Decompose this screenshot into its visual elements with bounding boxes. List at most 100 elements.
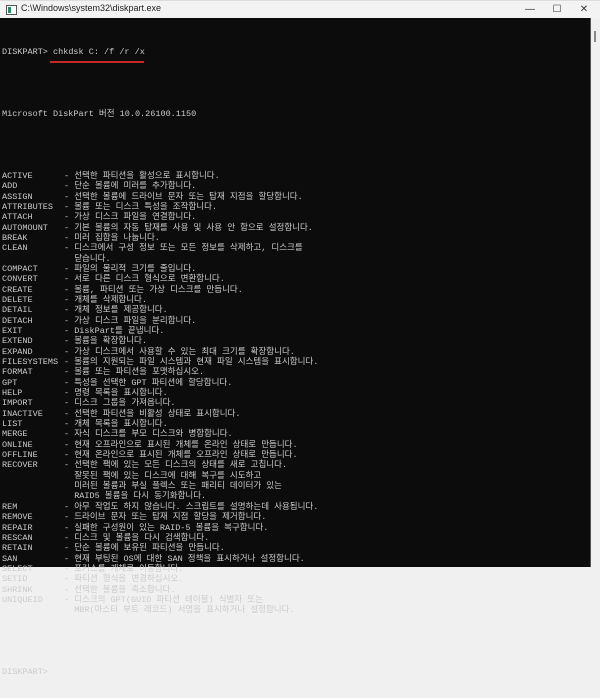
- command-name: REM: [2, 501, 18, 512]
- command-description: - 서로 다른 디스크 형식으로 변환합니다.: [64, 274, 225, 285]
- command-name: CREATE: [2, 284, 33, 295]
- command-name: HELP: [2, 388, 23, 399]
- scrollbar-thumb[interactable]: [594, 31, 596, 42]
- command-entry: ATTACH - 가상 디스크 파일을 연결합니다.: [2, 212, 318, 222]
- command-entry: FILESYSTEMS - 볼륨의 지원되는 파일 시스템과 현재 파일 시스템을…: [2, 357, 318, 367]
- command-name: EXPAND: [2, 346, 33, 357]
- command-name: ASSIGN: [2, 191, 33, 202]
- command-name: REMOVE: [2, 512, 33, 523]
- console-text: DISKPART> chkdsk C: /f /r /x Microsoft D…: [2, 26, 318, 698]
- command-description: - 실패한 구성원이 있는 RAID-5 볼륨을 복구합니다.: [64, 522, 269, 533]
- command-description: - 디스크 그룹을 가져옵니다.: [64, 398, 176, 409]
- command-description: - 가상 디스크 파일을 연결합니다.: [64, 212, 197, 223]
- minimize-button[interactable]: —: [517, 2, 543, 17]
- command-entry: HELP - 명령 목록을 표시합니다.: [2, 388, 318, 398]
- command-description: - 단순 볼륨에 미러를 추가합니다.: [64, 181, 197, 192]
- command-line: DISKPART> chkdsk C: /f /r /x: [2, 46, 318, 63]
- command-description: - 선택한 팩에 있는 모든 디스크의 상태를 새로 고칩니다.: [64, 460, 288, 471]
- command-entry: BREAK - 미러 집합을 나눕니다.: [2, 233, 318, 243]
- command-description: - 볼륨 또는 디스크 특성을 조작합니다.: [64, 201, 218, 212]
- close-button[interactable]: ✕: [571, 2, 597, 17]
- command-entry: IMPORT - 디스크 그룹을 가져옵니다.: [2, 398, 318, 408]
- command-name: ACTIVE: [2, 170, 33, 181]
- command-description: - 개체 정보를 제공합니다.: [64, 305, 168, 316]
- command-entry: RESCAN - 디스크 및 볼륨을 다시 검색합니다.: [2, 533, 318, 543]
- final-prompt: DISKPART>: [2, 667, 48, 678]
- command-name: RECOVER: [2, 460, 38, 471]
- command-description: - 자식 디스크를 부모 디스크와 병합합니다.: [64, 429, 233, 440]
- command-description: - 개체를 삭제합니다.: [64, 294, 147, 305]
- window-title: C:\Windows\system32\diskpart.exe: [21, 3, 162, 13]
- command-description: - 디스크 및 볼륨을 다시 검색합니다.: [64, 532, 210, 543]
- command-name: RETAIN: [2, 543, 33, 554]
- command-name: FORMAT: [2, 367, 33, 378]
- command-description: - 볼륨을 확장합니다.: [64, 336, 147, 347]
- command-list: ACTIVE - 선택한 파티션을 활성으로 표시합니다. ADD - 단순 볼륨에 …: [2, 171, 318, 616]
- command-description: - 명령 목록을 표시합니다.: [64, 388, 168, 399]
- command-entry: FORMAT - 볼륨 또는 파티션을 포맷하십시오.: [2, 367, 318, 377]
- command-name: IMPORT: [2, 398, 33, 409]
- command-description: - 선택한 파티션을 활성으로 표시합니다.: [64, 170, 220, 181]
- command-entry: DELETE - 개체를 삭제합니다.: [2, 295, 318, 305]
- command-description: - 볼륨 또는 파티션을 포맷하십시오.: [64, 367, 205, 378]
- command-description: 미러된 볼륨과 부실 플렉스 또는 패리티 데이터가 있는: [64, 481, 282, 492]
- command-name: EXIT: [2, 325, 23, 336]
- command-entry: EXPAND - 가상 디스크에서 사용할 수 있는 최대 크기를 확장합니다.: [2, 347, 318, 357]
- prompt: DISKPART>: [2, 46, 54, 57]
- command-description: RAID5 볼륨을 다시 동기화합니다.: [64, 491, 207, 502]
- command-entry: SAN - 현재 부팅된 OS에 대한 SAN 정책을 표시하거나 설정합니다.: [2, 554, 318, 564]
- console-app-icon: [6, 5, 17, 15]
- command-entry: AUTOMOUNT - 기본 볼륨의 자동 탑재를 사용 및 사용 안 함으로 설…: [2, 223, 318, 233]
- command-description: - 현재 오프라인으로 표시된 개체를 온라인 상태로 만듭니다.: [64, 439, 298, 450]
- command-name: DETAIL: [2, 305, 33, 316]
- command-entry-continuation: 미러된 볼륨과 부실 플렉스 또는 패리티 데이터가 있는: [2, 481, 318, 491]
- command-description: - 현재 온라인으로 표시된 개체를 오프라인 상태로 만듭니다.: [64, 450, 298, 461]
- command-entry: ACTIVE - 선택한 파티션을 활성으로 표시합니다.: [2, 171, 318, 181]
- command-description: - 가상 디스크 파일을 분리합니다.: [64, 315, 197, 326]
- command-name: OFFLINE: [2, 450, 38, 461]
- command-entry: CONVERT - 서로 다른 디스크 형식으로 변환합니다.: [2, 274, 318, 284]
- command-entry: EXTEND - 볼륨을 확장합니다.: [2, 336, 318, 346]
- command-entry: UNIQUEID - 디스크의 GPT(GUID 파티션 테이블) 식별자 또는: [2, 595, 318, 605]
- red-underline-annotation: [50, 60, 144, 63]
- command-name: MERGE: [2, 429, 28, 440]
- command-name: EXTEND: [2, 336, 33, 347]
- command-entry: RECOVER - 선택한 팩에 있는 모든 디스크의 상태를 새로 고칩니다.: [2, 460, 318, 470]
- command-name: SHRINK: [2, 584, 33, 595]
- command-description: 잘못된 팩에 있는 디스크에 대해 복구를 시도하고: [64, 470, 262, 481]
- command-description: - 볼륨, 파티션 또는 가상 디스크를 만듭니다.: [64, 284, 243, 295]
- command-name: UNIQUEID: [2, 594, 43, 605]
- command-entry: DETACH - 가상 디스크 파일을 분리합니다.: [2, 316, 318, 326]
- command-description: - 포커스를 개체로 이동합니다.: [64, 563, 184, 574]
- command-name: LIST: [2, 419, 23, 430]
- command-name: ATTACH: [2, 212, 33, 223]
- command-name: SETID: [2, 574, 28, 585]
- vertical-scrollbar[interactable]: [591, 18, 600, 567]
- command-description: - 개체 목록을 표시합니다.: [64, 419, 168, 430]
- command-description: - 파티션 형식을 변경하십시오.: [64, 574, 184, 585]
- command-entry: MERGE - 자식 디스크를 부모 디스크와 병합합니다.: [2, 429, 318, 439]
- title-bar[interactable]: C:\Windows\system32\diskpart.exe — ☐ ✕: [0, 0, 600, 18]
- command-entry: REMOVE - 드라이브 문자 또는 탑재 지점 할당을 제거합니다.: [2, 512, 318, 522]
- command-entry: OFFLINE - 현재 온라인으로 표시된 개체를 오프라인 상태로 만듭니다.: [2, 450, 318, 460]
- command-description: - 선택한 볼륨을 축소합니다.: [64, 584, 176, 595]
- command-entry-continuation: MBR(마스터 부트 레코드) 서명을 표시하거나 설정합니다.: [2, 605, 318, 615]
- console-output-area[interactable]: DISKPART> chkdsk C: /f /r /x Microsoft D…: [0, 18, 591, 677]
- command-description: - 선택한 파티션을 비활성 상태로 표시합니다.: [64, 408, 241, 419]
- command-name: ONLINE: [2, 439, 33, 450]
- command-description: MBR(마스터 부트 레코드) 서명을 표시하거나 설정합니다.: [64, 605, 295, 616]
- command-description: - 아무 작업도 하지 않습니다. 스크립트를 설명하는데 사용됩니다.: [64, 501, 319, 512]
- command-entry: CLEAN - 디스크에서 구성 정보 또는 모든 정보를 삭제하고, 디스크를: [2, 243, 318, 253]
- command-entry: RETAIN - 단순 볼륨에 보유된 파티션을 만듭니다.: [2, 543, 318, 553]
- command-name: ADD: [2, 181, 18, 192]
- typed-command: chkdsk C: /f /r /x: [53, 46, 145, 57]
- command-entry: ONLINE - 현재 오프라인으로 표시된 개체를 온라인 상태로 만듭니다.: [2, 440, 318, 450]
- command-description: - 디스크에서 구성 정보 또는 모든 정보를 삭제하고, 디스크를: [64, 243, 303, 254]
- command-entry-continuation: RAID5 볼륨을 다시 동기화합니다.: [2, 491, 318, 501]
- command-entry: COMPACT - 파일의 물리적 크기를 줄입니다.: [2, 264, 318, 274]
- command-description: - 디스크의 GPT(GUID 파티션 테이블) 식별자 또는: [64, 594, 263, 605]
- command-name: RESCAN: [2, 532, 33, 543]
- command-description: - 현재 부팅된 OS에 대한 SAN 정책을 표시하거나 설정합니다.: [64, 553, 305, 564]
- maximize-button[interactable]: ☐: [544, 2, 570, 17]
- command-entry: DETAIL - 개체 정보를 제공합니다.: [2, 305, 318, 315]
